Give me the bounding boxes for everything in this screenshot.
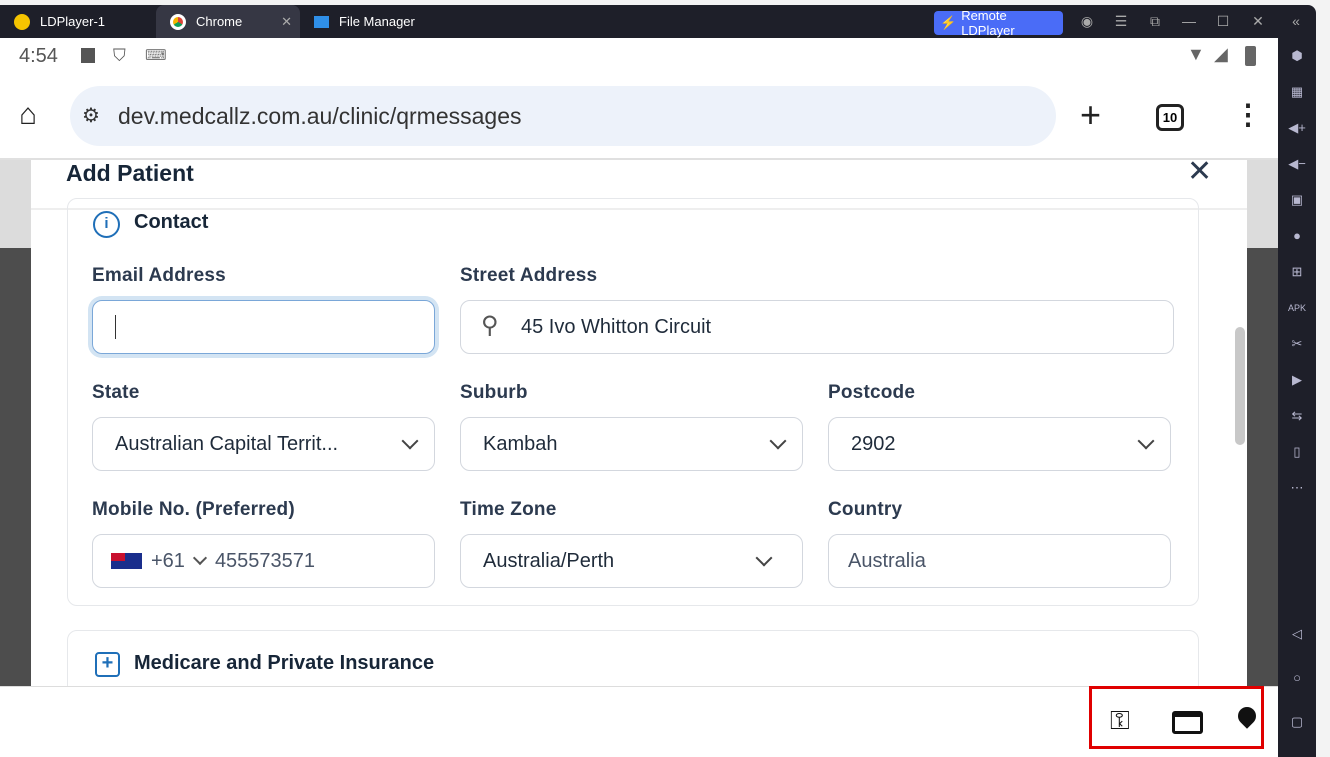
insurance-heading: Medicare and Private Insurance [134, 652, 435, 674]
chevron-down-icon [1137, 432, 1155, 450]
close-modal-icon[interactable]: ✕ [1187, 160, 1212, 189]
android-screen: 4:54 ⛉ ⌨ ▼ ◢ ⌂ ⚙ dev.medcallz.com.au/cli… [0, 38, 1278, 757]
search-icon: ⚲ [481, 312, 499, 339]
signal-icon: ◢ [1214, 44, 1228, 64]
screenshot-icon[interactable]: ▣ [1287, 192, 1307, 208]
lightning-icon: ⚡ [940, 15, 957, 30]
contact-heading: Contact [134, 211, 209, 233]
recents-icon[interactable]: ▢ [1287, 714, 1307, 730]
autofill-bar: ⚿ [0, 686, 1278, 757]
tab-ldplayer[interactable]: LDPlayer-1 [0, 5, 155, 38]
new-tab-icon[interactable]: + [1080, 94, 1101, 136]
close-window-icon[interactable]: ✕ [1248, 13, 1268, 30]
modal-title: Add Patient [66, 160, 194, 186]
url-text: dev.medcallz.com.au/clinic/qrmessages [118, 102, 522, 129]
emulator-titlebar: LDPlayer-1 Chrome ✕ File Manager ⚡ Remote… [0, 5, 1316, 38]
notification-a-icon [81, 48, 95, 63]
chevron-down-icon [769, 432, 787, 450]
contact-section: i Contact Email Address Street Address ⚲… [67, 198, 1199, 606]
country-label: Country [828, 499, 903, 520]
account-icon[interactable]: ◉ [1077, 13, 1097, 30]
email-input[interactable] [92, 300, 435, 354]
close-tab-icon[interactable]: ✕ [281, 14, 292, 30]
shake-icon[interactable]: ▯ [1287, 444, 1307, 460]
mobile-label: Mobile No. (Preferred) [92, 499, 295, 520]
chevron-down-icon [192, 550, 208, 566]
emulator-sidebar: ⬢ ▦ ◀+ ◀− ▣ ● ⊞ APK ✂ ▶ ⇆ ▯ ⋯ ◁ ○ ▢ [1278, 38, 1316, 757]
chrome-icon [170, 13, 186, 30]
timezone-select[interactable]: Australia/Perth [460, 534, 803, 588]
back-icon[interactable]: ◁ [1287, 626, 1307, 642]
ldplayer-logo-icon [14, 13, 30, 30]
suburb-select[interactable]: Kambah [460, 417, 803, 471]
tab-file-manager[interactable]: File Manager [300, 5, 450, 38]
chevron-down-icon [401, 432, 419, 450]
volume-down-icon[interactable]: ◀− [1287, 156, 1307, 172]
keyboard-mapping-icon[interactable]: ▦ [1287, 84, 1307, 100]
suburb-label: Suburb [460, 382, 528, 403]
shield-play-icon: ⛉ [113, 46, 126, 65]
tab-switcher-button[interactable]: 10 [1156, 104, 1184, 131]
resize-icon[interactable]: ⧉ [1145, 13, 1165, 30]
address-bar[interactable]: ⚙ dev.medcallz.com.au/clinic/qrmessages [70, 86, 1056, 146]
timezone-label: Time Zone [460, 499, 557, 520]
site-settings-icon[interactable]: ⚙ [82, 103, 100, 128]
australia-flag-icon [111, 553, 142, 569]
postcode-label: Postcode [828, 382, 916, 403]
postcode-select[interactable]: 2902 [828, 417, 1171, 471]
country-code-select[interactable]: +61 [151, 550, 185, 573]
scissors-icon[interactable]: ✂ [1287, 336, 1307, 352]
info-icon: i [93, 211, 120, 238]
credit-card-icon[interactable] [1172, 711, 1203, 734]
email-label: Email Address [92, 265, 226, 286]
folder-icon [314, 15, 329, 28]
keyboard-icon: ⌨ [145, 47, 167, 64]
wifi-icon: ▼ [1187, 44, 1205, 64]
minimize-icon[interactable]: — [1179, 13, 1199, 29]
maximize-icon[interactable]: ☐ [1213, 13, 1233, 30]
multi-instance-icon[interactable]: ⊞ [1287, 264, 1307, 280]
record-icon[interactable]: ▶ [1287, 372, 1307, 388]
mobile-input[interactable]: +61 455573571 [92, 534, 435, 588]
chevron-down-icon [755, 549, 773, 567]
battery-icon [1245, 46, 1256, 66]
key-icon[interactable]: ⚿ [1110, 705, 1130, 737]
volume-up-icon[interactable]: ◀+ [1287, 120, 1307, 136]
page-backdrop: Add Patient ✕ i Contact Email Address St… [0, 160, 1278, 686]
menu-icon[interactable]: ☰ [1111, 13, 1131, 30]
settings-icon[interactable]: ⬢ [1287, 48, 1307, 64]
insurance-section[interactable]: + Medicare and Private Insurance [67, 630, 1199, 686]
collapse-sidebar-icon[interactable]: « [1286, 13, 1306, 29]
home-icon[interactable]: ○ [1287, 670, 1307, 686]
country-input[interactable]: Australia [828, 534, 1171, 588]
add-patient-modal: Add Patient ✕ i Contact Email Address St… [31, 160, 1247, 686]
street-address-input[interactable]: ⚲ 45 Ivo Whitton Circuit [460, 300, 1174, 354]
tab-chrome[interactable]: Chrome ✕ [156, 5, 300, 38]
status-bar: 4:54 ⛉ ⌨ ▼ ◢ [0, 38, 1278, 76]
overflow-menu-icon[interactable]: ⋮ [1234, 98, 1262, 131]
state-select[interactable]: Australian Capital Territ... [92, 417, 435, 471]
clock: 4:54 [19, 45, 58, 67]
home-button-icon[interactable]: ⌂ [19, 98, 37, 132]
apk-install-icon[interactable]: APK [1287, 300, 1307, 316]
modal-scrollbar[interactable] [1235, 327, 1245, 445]
street-label: Street Address [460, 265, 598, 286]
remote-ldplayer-button[interactable]: ⚡ Remote LDPlayer [934, 8, 1063, 38]
sync-icon[interactable]: ⇆ [1287, 408, 1307, 424]
more-icon[interactable]: ⋯ [1287, 480, 1307, 496]
state-label: State [92, 382, 140, 403]
expand-plus-icon[interactable]: + [95, 652, 120, 677]
mouse-icon[interactable]: ● [1287, 228, 1307, 244]
